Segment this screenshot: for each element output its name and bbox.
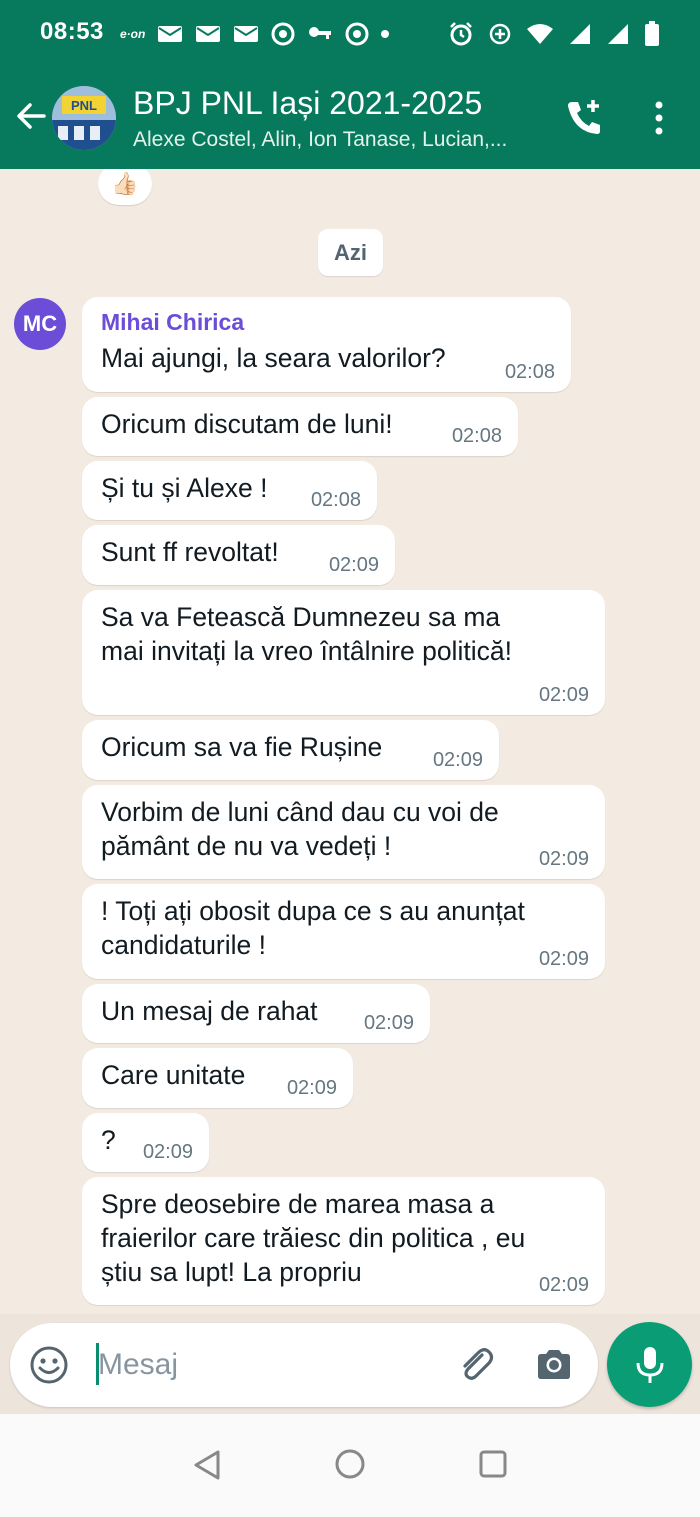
message-time: 02:09 <box>538 848 589 870</box>
message-text: știu sa lupt! La propriu <box>101 1257 362 1287</box>
wifi-icon <box>526 23 554 45</box>
attach-button[interactable] <box>454 1343 498 1387</box>
message-bubble[interactable]: Spre deosebire de marea masa a fraierilo… <box>82 1177 605 1305</box>
message-time: 02:09 <box>538 684 589 706</box>
back-button[interactable] <box>12 94 52 138</box>
message-time: 02:09 <box>363 1012 414 1034</box>
message-time: 02:09 <box>432 749 483 771</box>
message-bubble[interactable]: Vorbim de luni când dau cu voi de pământ… <box>82 785 605 879</box>
circle-home-icon <box>335 1449 365 1479</box>
message-text: Sunt ff revoltat! <box>101 537 279 567</box>
nav-home-button[interactable] <box>332 1446 368 1482</box>
emoji-button[interactable] <box>28 1344 70 1386</box>
message-bubble[interactable]: Și tu și Alexe ! 02:08 <box>82 461 377 520</box>
status-time: 08:53 <box>40 18 104 45</box>
more-notifications-dot <box>381 30 390 38</box>
square-recents-icon <box>479 1450 507 1478</box>
message-bubble[interactable]: Care unitate 02:09 <box>82 1048 353 1108</box>
paperclip-icon <box>463 1348 494 1380</box>
carrier-logo: e·on <box>120 27 146 41</box>
mail-icon <box>195 24 221 44</box>
message-text: ? <box>101 1125 116 1155</box>
message-text: Un mesaj de rahat <box>101 996 318 1026</box>
message-time: 02:09 <box>142 1141 193 1163</box>
text-cursor <box>96 1343 99 1385</box>
add-call-button[interactable] <box>562 96 606 140</box>
emoji-icon <box>30 1346 68 1384</box>
message-time: 02:09 <box>538 1274 589 1296</box>
chat-area[interactable]: 👍🏻 Azi MC Mihai Chirica Mai ajungi, la s… <box>0 169 700 1314</box>
message-text: ! Toți ați obosit dupa ce s au anunțat <box>101 896 525 926</box>
battery-icon <box>644 21 660 47</box>
chat-header: PNL BPJ PNL Iași 2021-2025 Alexe Costel,… <box>0 68 700 169</box>
message-text: candidaturile ! <box>101 930 266 960</box>
message-text: Și tu și Alexe ! <box>101 473 268 503</box>
message-bubble[interactable]: ! Toți ați obosit dupa ce s au anunțat c… <box>82 884 605 979</box>
system-navigation-bar <box>0 1414 700 1517</box>
camera-icon <box>538 1350 570 1379</box>
date-separator: Azi <box>318 229 383 276</box>
message-input[interactable] <box>88 1343 428 1387</box>
message-bubble[interactable]: Mihai Chirica Mai ajungi, la seara valor… <box>82 297 571 392</box>
camera-button[interactable] <box>532 1343 576 1387</box>
message-text: fraierilor care trăiesc din politica , e… <box>101 1223 526 1253</box>
message-bubble[interactable]: Sa va Fetească Dumnezeu sa ma mai invita… <box>82 590 605 715</box>
reaction-bubble[interactable]: 👍🏻 <box>98 169 152 205</box>
message-text: mai invitați la vreo întâlnire politică! <box>101 636 512 666</box>
key-icon <box>307 23 333 45</box>
sender-name[interactable]: Mihai Chirica <box>101 309 244 336</box>
message-bubble[interactable]: Oricum discutam de luni! 02:08 <box>82 397 518 456</box>
message-text: Care unitate <box>101 1060 246 1090</box>
group-members[interactable]: Alexe Costel, Alin, Ion Tanase, Lucian,.… <box>133 128 553 152</box>
message-time: 02:08 <box>451 425 502 447</box>
status-bar: 08:53 e·on <box>0 0 700 68</box>
more-options-button[interactable] <box>643 96 675 140</box>
message-composer <box>10 1323 598 1407</box>
data-saver-icon <box>488 22 512 46</box>
mail-icon <box>157 24 183 44</box>
message-time: 02:09 <box>328 554 379 576</box>
message-bubble[interactable]: ? 02:09 <box>82 1113 209 1172</box>
svg-text:PNL: PNL <box>71 98 97 113</box>
group-avatar[interactable]: PNL <box>52 86 116 150</box>
nav-back-button[interactable] <box>190 1447 226 1483</box>
notification-icons: e·on <box>120 18 390 50</box>
message-text: Oricum discutam de luni! <box>101 409 393 439</box>
message-time: 02:08 <box>310 489 361 511</box>
message-bubble[interactable]: Un mesaj de rahat 02:09 <box>82 984 430 1043</box>
message-text: Sa va Fetească Dumnezeu sa ma <box>101 602 501 632</box>
microphone-icon <box>636 1346 663 1383</box>
message-text: pământ de nu va vedeți ! <box>101 831 392 861</box>
chrome-icon <box>345 22 369 46</box>
message-text: Oricum sa va fie Rușine <box>101 732 383 762</box>
message-bubble[interactable]: Oricum sa va fie Rușine 02:09 <box>82 720 499 780</box>
nav-recents-button[interactable] <box>475 1446 511 1482</box>
phone-plus-icon <box>568 100 600 134</box>
sender-avatar[interactable]: MC <box>14 298 66 350</box>
message-text: Mai ajungi, la seara valorilor? <box>101 343 446 373</box>
more-vert-icon <box>655 101 663 135</box>
message-text: Vorbim de luni când dau cu voi de <box>101 797 499 827</box>
message-bubble[interactable]: Sunt ff revoltat! 02:09 <box>82 525 395 585</box>
signal-icon <box>606 22 630 46</box>
message-time: 02:09 <box>538 948 589 970</box>
pnl-logo-image: PNL <box>52 86 116 150</box>
arrow-left-icon <box>17 103 46 129</box>
alarm-icon <box>448 21 474 47</box>
mail-icon <box>233 24 259 44</box>
triangle-back-icon <box>194 1450 220 1480</box>
top-bar: 08:53 e·on PNL BPJ PNL Iași 2021-2025 Al… <box>0 0 700 169</box>
group-title[interactable]: BPJ PNL Iași 2021-2025 <box>133 85 482 122</box>
signal-icon <box>568 22 592 46</box>
system-icons <box>448 18 660 50</box>
message-time: 02:08 <box>504 361 555 383</box>
voice-message-button[interactable] <box>607 1322 692 1407</box>
chrome-icon <box>271 22 295 46</box>
message-time: 02:09 <box>286 1077 337 1099</box>
message-text: Spre deosebire de marea masa a <box>101 1189 495 1219</box>
